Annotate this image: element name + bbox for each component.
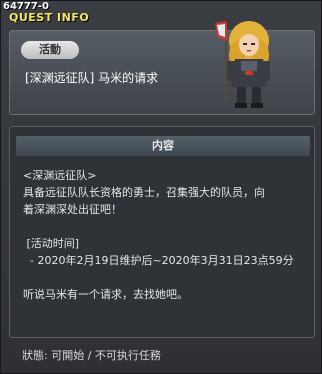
description-line xyxy=(23,269,309,286)
description-line: 听说马米有一个请求，去找她吧。 xyxy=(23,288,188,301)
description-line: [活动时间] xyxy=(23,237,80,250)
quest-status: 狀態: 可開始 / 不可执行任務 xyxy=(22,349,161,362)
description-line: 着深渊深处出征吧！ xyxy=(23,203,122,216)
window-title: QUEST INFO xyxy=(9,11,90,24)
description-line xyxy=(23,218,309,235)
quest-name: [深渊远征队] 马米的请求 xyxy=(25,71,159,85)
quest-content-panel: 内容 <深渊远征队> 具备远征队队长资格的勇士，召集强大的队员，向 着深渊深处出… xyxy=(9,126,315,338)
description-line: <深渊远征队> xyxy=(23,169,97,182)
description-line: 具备远征队队长资格的勇士，召集强大的队员，向 xyxy=(23,186,265,199)
quest-description: <深渊远征队> 具备远征队队长资格的勇士，召集强大的队员，向 着深渊深处出征吧！… xyxy=(23,167,309,303)
npc-portrait-icon xyxy=(215,21,270,108)
quest-info-window: 64777-0 QUEST INFO 活動 [深渊远征队] 马米的请求 内容 <… xyxy=(0,0,322,374)
description-line: - 2020年2月19日维护后~2020年3月31日23点59分 xyxy=(23,254,294,267)
content-section-title: 内容 xyxy=(16,136,310,156)
category-badge: 活動 xyxy=(21,41,79,59)
